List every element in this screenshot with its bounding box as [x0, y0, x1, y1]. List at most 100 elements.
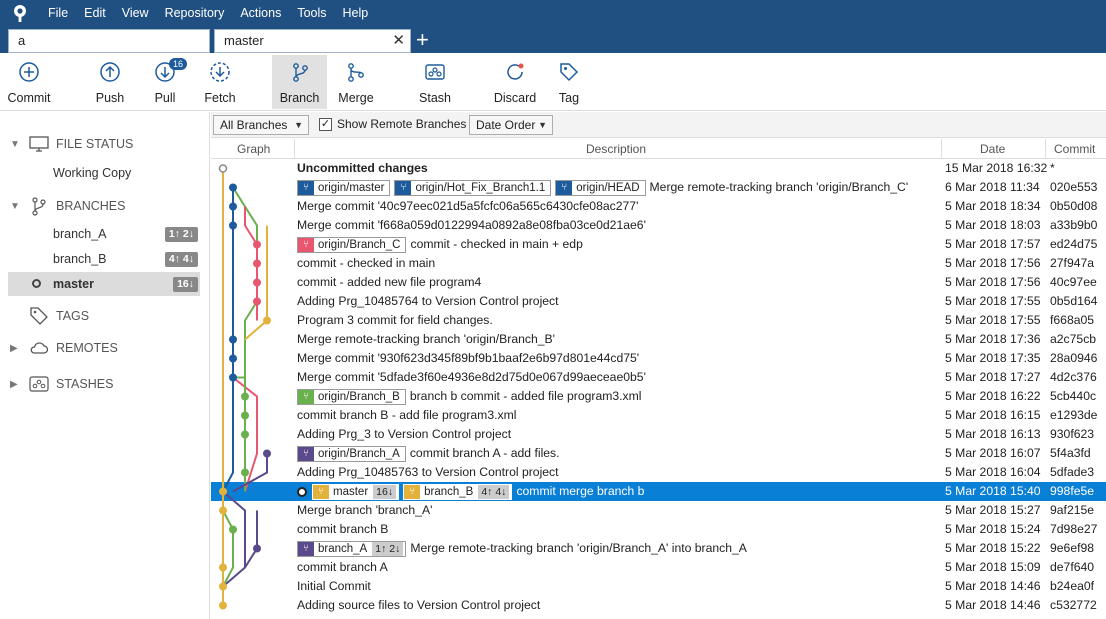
branch-label[interactable]: ⑂ origin/Branch_B	[297, 388, 406, 405]
date-column-header[interactable]: Date	[980, 142, 1005, 156]
pull-button[interactable]: 16 Pull	[144, 55, 188, 109]
order-dropdown[interactable]: Date Order ▼	[469, 115, 553, 135]
branch-button[interactable]: Branch	[272, 55, 327, 109]
commit-row[interactable]: Initial Commit 5 Mar 2018 14:46 b24ea0f	[211, 577, 1106, 596]
stash-button[interactable]: Stash	[413, 55, 457, 109]
commit-date: 5 Mar 2018 17:36	[945, 332, 1041, 346]
sidebar-section-tags[interactable]: TAGS	[10, 306, 89, 326]
commit-node[interactable]	[253, 259, 261, 268]
commit-node[interactable]	[253, 240, 261, 249]
sidebar-item-master[interactable]: master 16↓	[8, 272, 200, 296]
commit-row[interactable]: Adding Prg_10485764 to Version Control p…	[211, 292, 1106, 311]
menu-edit[interactable]: Edit	[76, 0, 114, 27]
chevron-down-icon: ▼	[538, 120, 547, 130]
menu-view[interactable]: View	[114, 0, 157, 27]
branch-label[interactable]: ⑂ master 16↓	[312, 483, 400, 500]
commit-row[interactable]: commit - added new file program4 5 Mar 20…	[211, 273, 1106, 292]
menu-actions[interactable]: Actions	[232, 0, 289, 27]
commit-node[interactable]	[219, 582, 227, 591]
commit-row[interactable]: Merge commit 'f668a059d0122994a0892a8e08…	[211, 216, 1106, 235]
commit-node[interactable]	[229, 221, 237, 230]
branch-label[interactable]: ⑂ origin/HEAD	[555, 179, 646, 196]
menu-repository[interactable]: Repository	[157, 0, 233, 27]
commit-row[interactable]: ⑂ origin/Branch_C commit - checked in main…	[211, 235, 1106, 254]
commit-node[interactable]	[219, 563, 227, 572]
sidebar-section-file-status[interactable]: ▼ FILE STATUS	[10, 136, 133, 152]
commit-node[interactable]	[229, 183, 237, 192]
commit-row[interactable]: ⑂ origin/Branch_A commit branch A - add fi…	[211, 444, 1106, 463]
menu-file[interactable]: File	[40, 0, 76, 27]
commit-node[interactable]	[219, 601, 227, 610]
commit-node[interactable]	[219, 487, 227, 496]
chevron-right-icon[interactable]: ▶	[10, 343, 22, 354]
branch-filter-dropdown[interactable]: All Branches ▼	[213, 115, 309, 135]
tab-master[interactable]: master ✕	[214, 29, 411, 53]
tab-a[interactable]: a	[8, 29, 210, 53]
add-tab-icon[interactable]: +	[416, 27, 429, 53]
fetch-button[interactable]: Fetch	[198, 55, 242, 109]
commit-row[interactable]: Merge commit '930f623d345f89bf9b1baaf2e6…	[211, 349, 1106, 368]
commit-row[interactable]: ⑂ master 16↓ ⑂ branch_B 4↑ 4↓ commit merge bra…	[211, 482, 1106, 501]
commit-row[interactable]: Adding Prg_3 to Version Control project 5…	[211, 425, 1106, 444]
commit-column-header[interactable]: Commit	[1054, 142, 1095, 156]
chevron-down-icon[interactable]: ▼	[10, 139, 22, 150]
commit-node[interactable]	[253, 297, 261, 306]
commit-node[interactable]	[219, 506, 227, 515]
commit-node[interactable]	[229, 202, 237, 211]
commit-row[interactable]: Merge commit '40c97eec021d5a5fcfc06a565c…	[211, 197, 1106, 216]
commit-node[interactable]	[263, 316, 271, 325]
commit-node[interactable]	[263, 449, 271, 458]
sidebar-item-branch-a[interactable]: branch_A 1↑ 2↓	[8, 222, 200, 246]
commit-row[interactable]: Program 3 commit for field changes. 5 Mar…	[211, 311, 1106, 330]
branch-label[interactable]: ⑂ origin/Branch_C	[297, 236, 407, 253]
sidebar-section-remotes[interactable]: ▶ REMOTES	[10, 341, 118, 355]
commit-row[interactable]: Adding Prg_10485763 to Version Control p…	[211, 463, 1106, 482]
commit-row[interactable]: Merge remote-tracking branch 'origin/Bra…	[211, 330, 1106, 349]
commit-description: ⑂ origin/Branch_C commit - checked in main…	[297, 235, 937, 254]
push-button[interactable]: Push	[88, 55, 132, 109]
branch-label[interactable]: ⑂ origin/Hot_Fix_Branch1.1	[394, 179, 552, 196]
chevron-right-icon[interactable]: ▶	[10, 379, 22, 390]
commit-row[interactable]: commit branch A 5 Mar 2018 15:09 de7f640	[211, 558, 1106, 577]
commit-row[interactable]: ⑂ branch_A 1↑ 2↓ Merge remote-tracking bran…	[211, 539, 1106, 558]
commit-row[interactable]: commit - checked in main 5 Mar 2018 17:56…	[211, 254, 1106, 273]
branch-label[interactable]: ⑂ origin/Branch_A	[297, 445, 406, 462]
commit-node[interactable]	[229, 525, 237, 534]
sidebar-section-branches[interactable]: ▼ BRANCHES	[10, 196, 125, 216]
commit-node[interactable]	[229, 373, 237, 382]
branch-label[interactable]: ⑂ branch_A 1↑ 2↓	[297, 540, 407, 557]
sidebar-item-branch-b[interactable]: branch_B 4↑ 4↓	[8, 247, 200, 271]
commit-node[interactable]	[241, 468, 249, 477]
description-column-header[interactable]: Description	[586, 142, 646, 156]
chevron-down-icon[interactable]: ▼	[10, 201, 22, 212]
branch-label[interactable]: ⑂ branch_B 4↑ 4↓	[403, 483, 513, 500]
commit-row[interactable]: ⑂ origin/master ⑂ origin/Hot_Fix_Branch1.1 ⑂…	[211, 178, 1106, 197]
commit-row[interactable]: Merge commit '5dfade3f60e4936e8d2d75d0e0…	[211, 368, 1106, 387]
commit-node[interactable]	[218, 164, 228, 173]
commit-row[interactable]: Merge branch 'branch_A' 5 Mar 2018 15:27 9…	[211, 501, 1106, 520]
commit-row[interactable]: commit branch B 5 Mar 2018 15:24 7d98e27	[211, 520, 1106, 539]
show-remote-branches-checkbox[interactable]: ✓ Show Remote Branches	[319, 117, 466, 131]
discard-button[interactable]: Discard	[491, 55, 539, 109]
commit-button[interactable]: Commit	[4, 55, 54, 109]
commit-row[interactable]: Uncommitted changes 15 Mar 2018 16:32 *	[211, 159, 1106, 178]
close-icon[interactable]: ✕	[392, 30, 405, 52]
commit-node[interactable]	[241, 392, 249, 401]
merge-button[interactable]: Merge	[334, 55, 378, 109]
branch-label[interactable]: ⑂ origin/master	[297, 179, 391, 196]
graph-column-header[interactable]: Graph	[237, 142, 270, 156]
tag-button[interactable]: Tag	[552, 55, 586, 109]
commit-row[interactable]: commit branch B - add file program3.xml 5…	[211, 406, 1106, 425]
commit-row[interactable]: Adding source files to Version Control p…	[211, 596, 1106, 615]
menu-help[interactable]: Help	[335, 0, 377, 27]
commit-node[interactable]	[241, 430, 249, 439]
commit-node[interactable]	[229, 354, 237, 363]
commit-node[interactable]	[229, 335, 237, 344]
menu-tools[interactable]: Tools	[289, 0, 334, 27]
commit-node[interactable]	[253, 278, 261, 287]
sidebar-item-working-copy[interactable]: Working Copy	[8, 161, 200, 185]
commit-row[interactable]: ⑂ origin/Branch_B branch b commit - added …	[211, 387, 1106, 406]
commit-node[interactable]	[241, 411, 249, 420]
commit-node[interactable]	[253, 544, 261, 553]
sidebar-section-stashes[interactable]: ▶ STASHES	[10, 376, 113, 392]
